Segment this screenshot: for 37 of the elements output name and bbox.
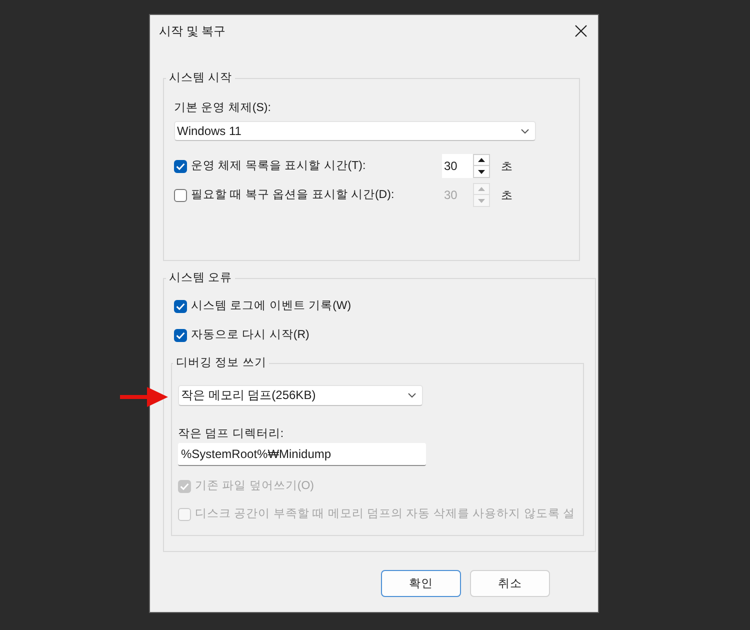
check-icon xyxy=(180,482,189,490)
checkbox-label: 자동으로 다시 시작(R) xyxy=(191,328,310,343)
checkbox-label: 시스템 로그에 이벤트 기록(W) xyxy=(191,299,352,314)
caret-up-icon xyxy=(478,158,485,162)
checkbox-label: 디스크 공간이 부족할 때 메모리 덤프의 자동 삭제를 사용하지 않도록 설 xyxy=(195,507,575,522)
checkbox[interactable] xyxy=(174,328,187,342)
checkbox[interactable] xyxy=(174,300,187,312)
chevron-down-icon xyxy=(521,128,529,134)
check-icon xyxy=(176,162,185,170)
check-icon xyxy=(176,332,185,338)
unit-label: 초 xyxy=(501,188,514,202)
check-icon xyxy=(176,302,185,310)
text-field[interactable]: %SystemRoot%₩Minidump xyxy=(178,443,426,466)
checkbox[interactable] xyxy=(174,160,187,172)
caret-up-icon xyxy=(478,187,485,191)
field-label: 작은 덤프 디렉터리: xyxy=(178,427,285,442)
group-title: 디버깅 정보 쓰기 xyxy=(175,356,268,370)
unit-label: 초 xyxy=(501,160,514,174)
dialog-button[interactable]: 취소 xyxy=(470,570,550,597)
window-title: 시작 및 복구 xyxy=(159,23,226,39)
dropdown[interactable]: 작은 메모리 덤프(256KB) xyxy=(178,385,423,406)
field-label: 기본 운영 체제(S): xyxy=(174,101,272,116)
spin-up-button[interactable] xyxy=(473,154,490,166)
annotation-arrow xyxy=(120,387,168,407)
close-icon xyxy=(575,25,587,37)
caret-down-icon xyxy=(478,198,485,202)
spin-down-button[interactable] xyxy=(473,166,490,178)
checkbox-label: 운영 체제 목록을 표시할 시간(T): xyxy=(191,159,366,174)
dialog-button[interactable]: 확인 xyxy=(381,570,461,597)
caret-down-icon xyxy=(478,170,485,174)
dropdown[interactable]: Windows 11 xyxy=(174,121,536,141)
checkbox-label: 기존 파일 덮어쓰기(O) xyxy=(195,479,314,494)
chevron-down-icon xyxy=(408,393,416,398)
checkbox-label: 필요할 때 복구 옵션을 표시할 시간(D): xyxy=(191,188,394,203)
group-title: 시스템 시작 xyxy=(168,71,234,85)
group-title: 시스템 오류 xyxy=(168,271,234,285)
number-field[interactable]: 30 xyxy=(442,154,473,178)
